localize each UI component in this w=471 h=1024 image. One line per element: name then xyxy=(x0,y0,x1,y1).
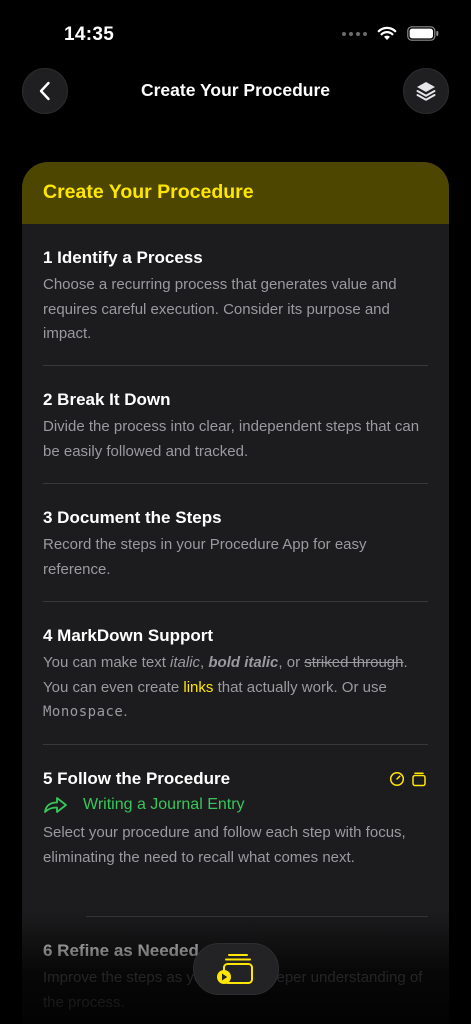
step-title: 1 Identify a Process xyxy=(43,248,203,267)
wifi-icon xyxy=(377,26,397,40)
step-body: You can make text italic, bold italic, o… xyxy=(43,654,408,720)
journal-entry-link[interactable]: Writing a Journal Entry xyxy=(43,795,428,815)
italic-text: italic xyxy=(170,654,201,671)
procedure-card: Create Your Procedure 1 Identify a Proce… xyxy=(22,162,449,1024)
battery-icon xyxy=(407,26,439,41)
step-body: Divide the process into clear, independe… xyxy=(43,418,420,460)
step-5[interactable]: 5 Follow the Procedure Writing a Journal… xyxy=(22,745,449,917)
status-time: 14:35 xyxy=(64,24,115,45)
layers-button[interactable] xyxy=(403,68,449,114)
timer-icon[interactable] xyxy=(389,771,405,787)
status-icons xyxy=(342,26,439,41)
share-arrow-icon xyxy=(44,797,67,813)
striked-text: striked through xyxy=(304,654,404,671)
step-body: Record the steps in your Procedure App f… xyxy=(43,536,367,578)
step-body: Choose a recurring process that generate… xyxy=(43,276,397,342)
start-procedure-button[interactable] xyxy=(193,943,279,995)
step-4[interactable]: 4 MarkDown Support You can make text ita… xyxy=(22,602,449,745)
step-title: 2 Break It Down xyxy=(43,390,171,409)
step-title: 5 Follow the Procedure xyxy=(43,769,231,788)
card-title: Create Your Procedure xyxy=(43,181,254,203)
nav-bar: Create Your Procedure xyxy=(0,68,471,114)
bold-italic-text: bold italic xyxy=(208,654,279,671)
step-2[interactable]: 2 Break It Down Divide the process into … xyxy=(22,366,449,484)
step-body: Select your procedure and follow each st… xyxy=(43,824,406,866)
step-title: 4 MarkDown Support xyxy=(43,626,214,645)
step-3[interactable]: 3 Document the Steps Record the steps in… xyxy=(22,484,449,602)
step-title: 3 Document the Steps xyxy=(43,508,222,527)
page-title: Create Your Procedure xyxy=(140,80,330,100)
step-5-icons xyxy=(389,771,427,787)
markdown-link[interactable]: links xyxy=(183,679,213,696)
step-1[interactable]: 1 Identify a Process Choose a recurring … xyxy=(22,224,449,366)
monospace-text: Monospace xyxy=(43,704,124,720)
layers-icon xyxy=(416,82,436,101)
status-bar: 14:35 xyxy=(0,0,471,60)
play-stack-icon xyxy=(217,954,253,984)
cellular-signal-icon xyxy=(342,31,367,36)
stack-icon[interactable] xyxy=(411,771,427,787)
card-header: Create Your Procedure xyxy=(22,162,449,224)
journal-entry-label: Writing a Journal Entry xyxy=(83,796,245,813)
